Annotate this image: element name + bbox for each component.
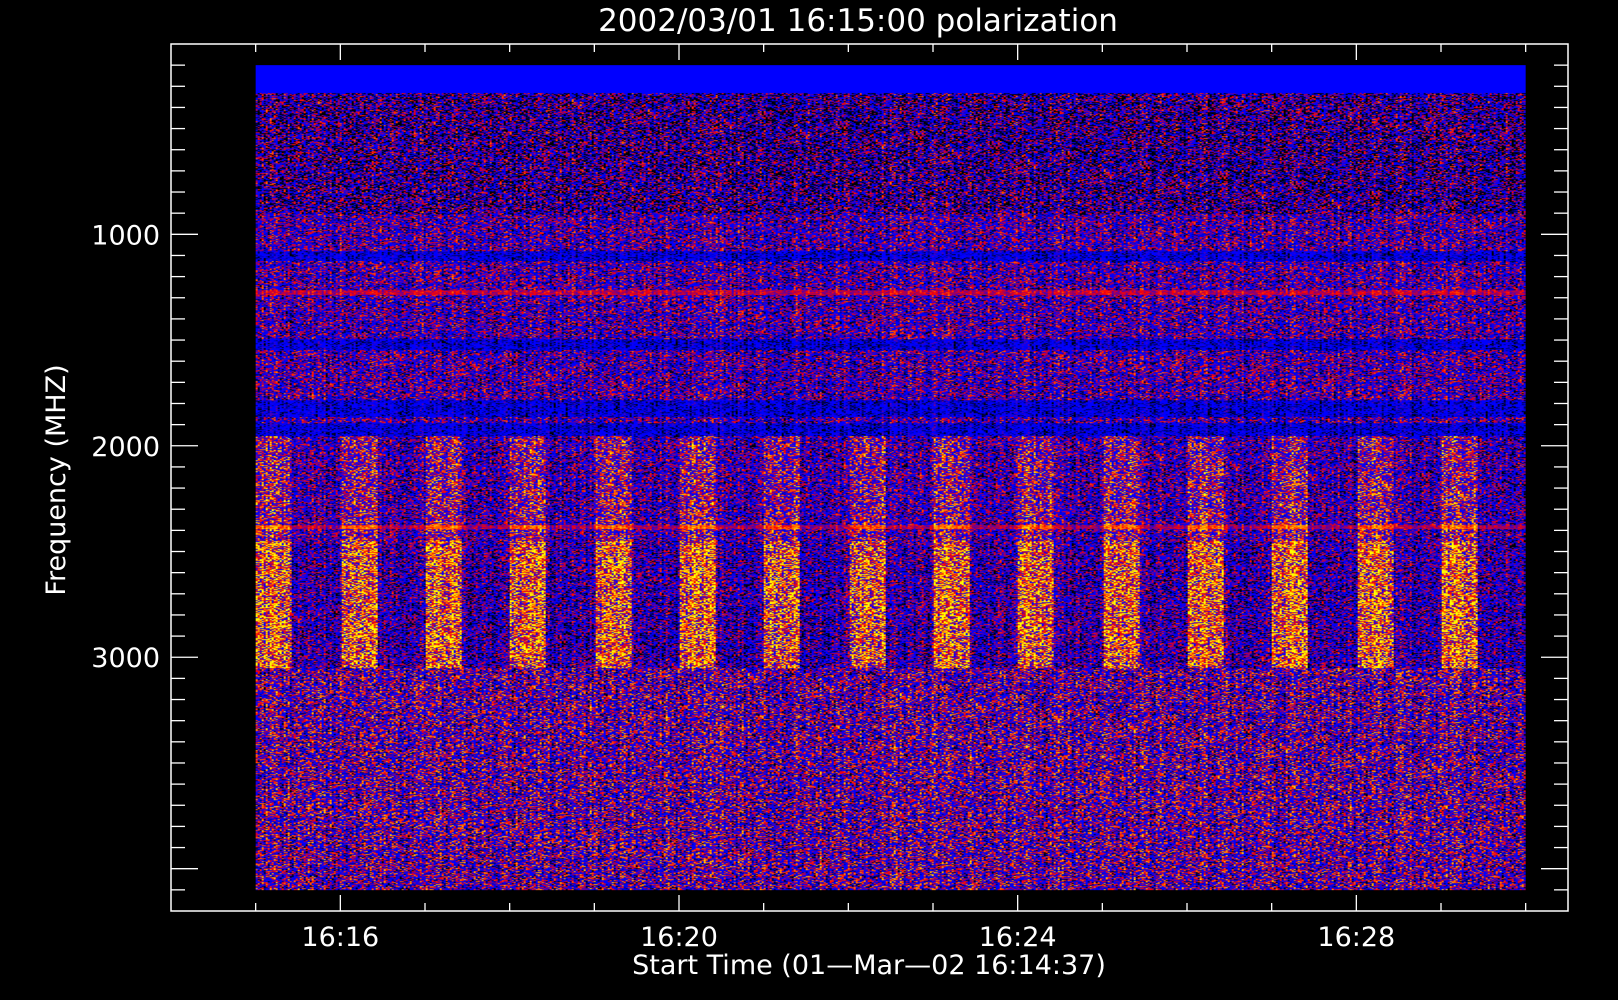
y-tick-label: 2000 (91, 432, 160, 463)
chart-title: 2002/03/01 16:15:00 polarization (598, 3, 1118, 39)
y-axis-label: Frequency (MHZ) (41, 364, 72, 595)
spectrogram-chart: 2002/03/01 16:15:00 polarization 16:16 16… (0, 0, 1618, 1000)
x-axis-label: Start Time (01—Mar—02 16:14:37) (632, 950, 1106, 981)
x-tick-label: 16:16 (301, 922, 379, 953)
y-tick-label: 1000 (91, 220, 160, 251)
heatmap-area (255, 65, 1526, 891)
x-tick-label: 16:24 (979, 922, 1057, 953)
heatmap-image (255, 65, 1526, 891)
x-tick-label: 16:20 (640, 922, 718, 953)
x-tick-label: 16:28 (1317, 922, 1395, 953)
y-tick-label: 3000 (91, 643, 160, 674)
